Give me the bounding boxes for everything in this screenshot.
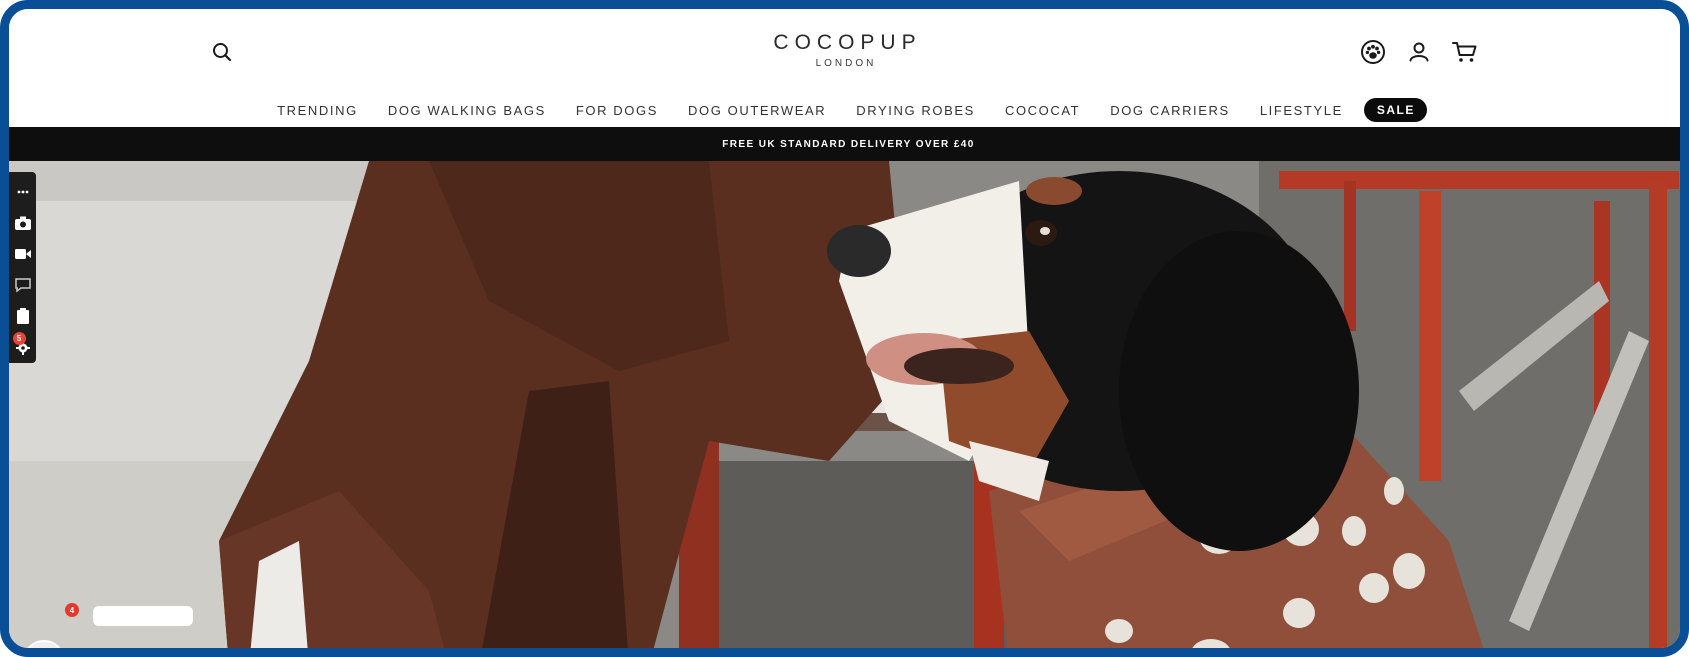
announcement-text: FREE UK STANDARD DELIVERY OVER £40 xyxy=(722,138,975,150)
account-icon xyxy=(1409,42,1429,62)
toolbar-badge: 5 xyxy=(12,331,26,345)
paw-button[interactable] xyxy=(1358,37,1388,67)
hero-banner[interactable] xyxy=(9,161,1680,648)
header-icons xyxy=(1358,37,1480,67)
browser-frame: COCOPUP LONDON TRENDING DOG WALKING BAGS… xyxy=(0,0,1689,657)
nav-item-sale[interactable]: SALE xyxy=(1363,98,1427,122)
video-icon xyxy=(14,248,31,259)
site-header: COCOPUP LONDON TRENDING DOG WALKING BAGS… xyxy=(9,9,1680,127)
chat-preview[interactable] xyxy=(93,606,193,626)
nav-item-lifestyle[interactable]: LIFESTYLE xyxy=(1245,103,1358,118)
comment-icon xyxy=(14,278,31,293)
nav-item-for-dogs[interactable]: FOR DOGS xyxy=(561,103,673,118)
toolbar-camera-button[interactable] xyxy=(12,207,34,238)
nav-item-dog-carriers[interactable]: DOG CARRIERS xyxy=(1095,103,1245,118)
clipboard-icon xyxy=(16,308,29,325)
cart-button[interactable] xyxy=(1450,37,1480,67)
nav-item-dog-walking-bags[interactable]: DOG WALKING BAGS xyxy=(373,103,561,118)
toolbar-settings-button[interactable]: 5 xyxy=(12,331,34,363)
toolbar-more-button[interactable] xyxy=(12,176,34,207)
side-toolbar: 5 xyxy=(9,172,36,363)
hero-image xyxy=(9,161,1680,648)
announcement-bar: FREE UK STANDARD DELIVERY OVER £40 xyxy=(9,127,1680,161)
more-icon xyxy=(17,190,28,193)
cart-icon xyxy=(1452,42,1477,62)
nav-item-dog-outerwear[interactable]: DOG OUTERWEAR xyxy=(673,103,841,118)
paw-icon xyxy=(1361,40,1385,64)
nav-item-drying-robes[interactable]: DRYING ROBES xyxy=(841,103,990,118)
camera-icon xyxy=(14,216,31,230)
chat-badge: 4 xyxy=(65,603,79,617)
toolbar-video-button[interactable] xyxy=(12,238,34,269)
nav-item-cococat[interactable]: COCOCAT xyxy=(990,103,1095,118)
main-nav: TRENDING DOG WALKING BAGS FOR DOGS DOG O… xyxy=(9,98,1680,122)
account-button[interactable] xyxy=(1404,37,1434,67)
toolbar-comment-button[interactable] xyxy=(12,270,34,301)
nav-item-trending[interactable]: TRENDING xyxy=(262,103,373,118)
toolbar-clipboard-button[interactable] xyxy=(12,301,34,332)
